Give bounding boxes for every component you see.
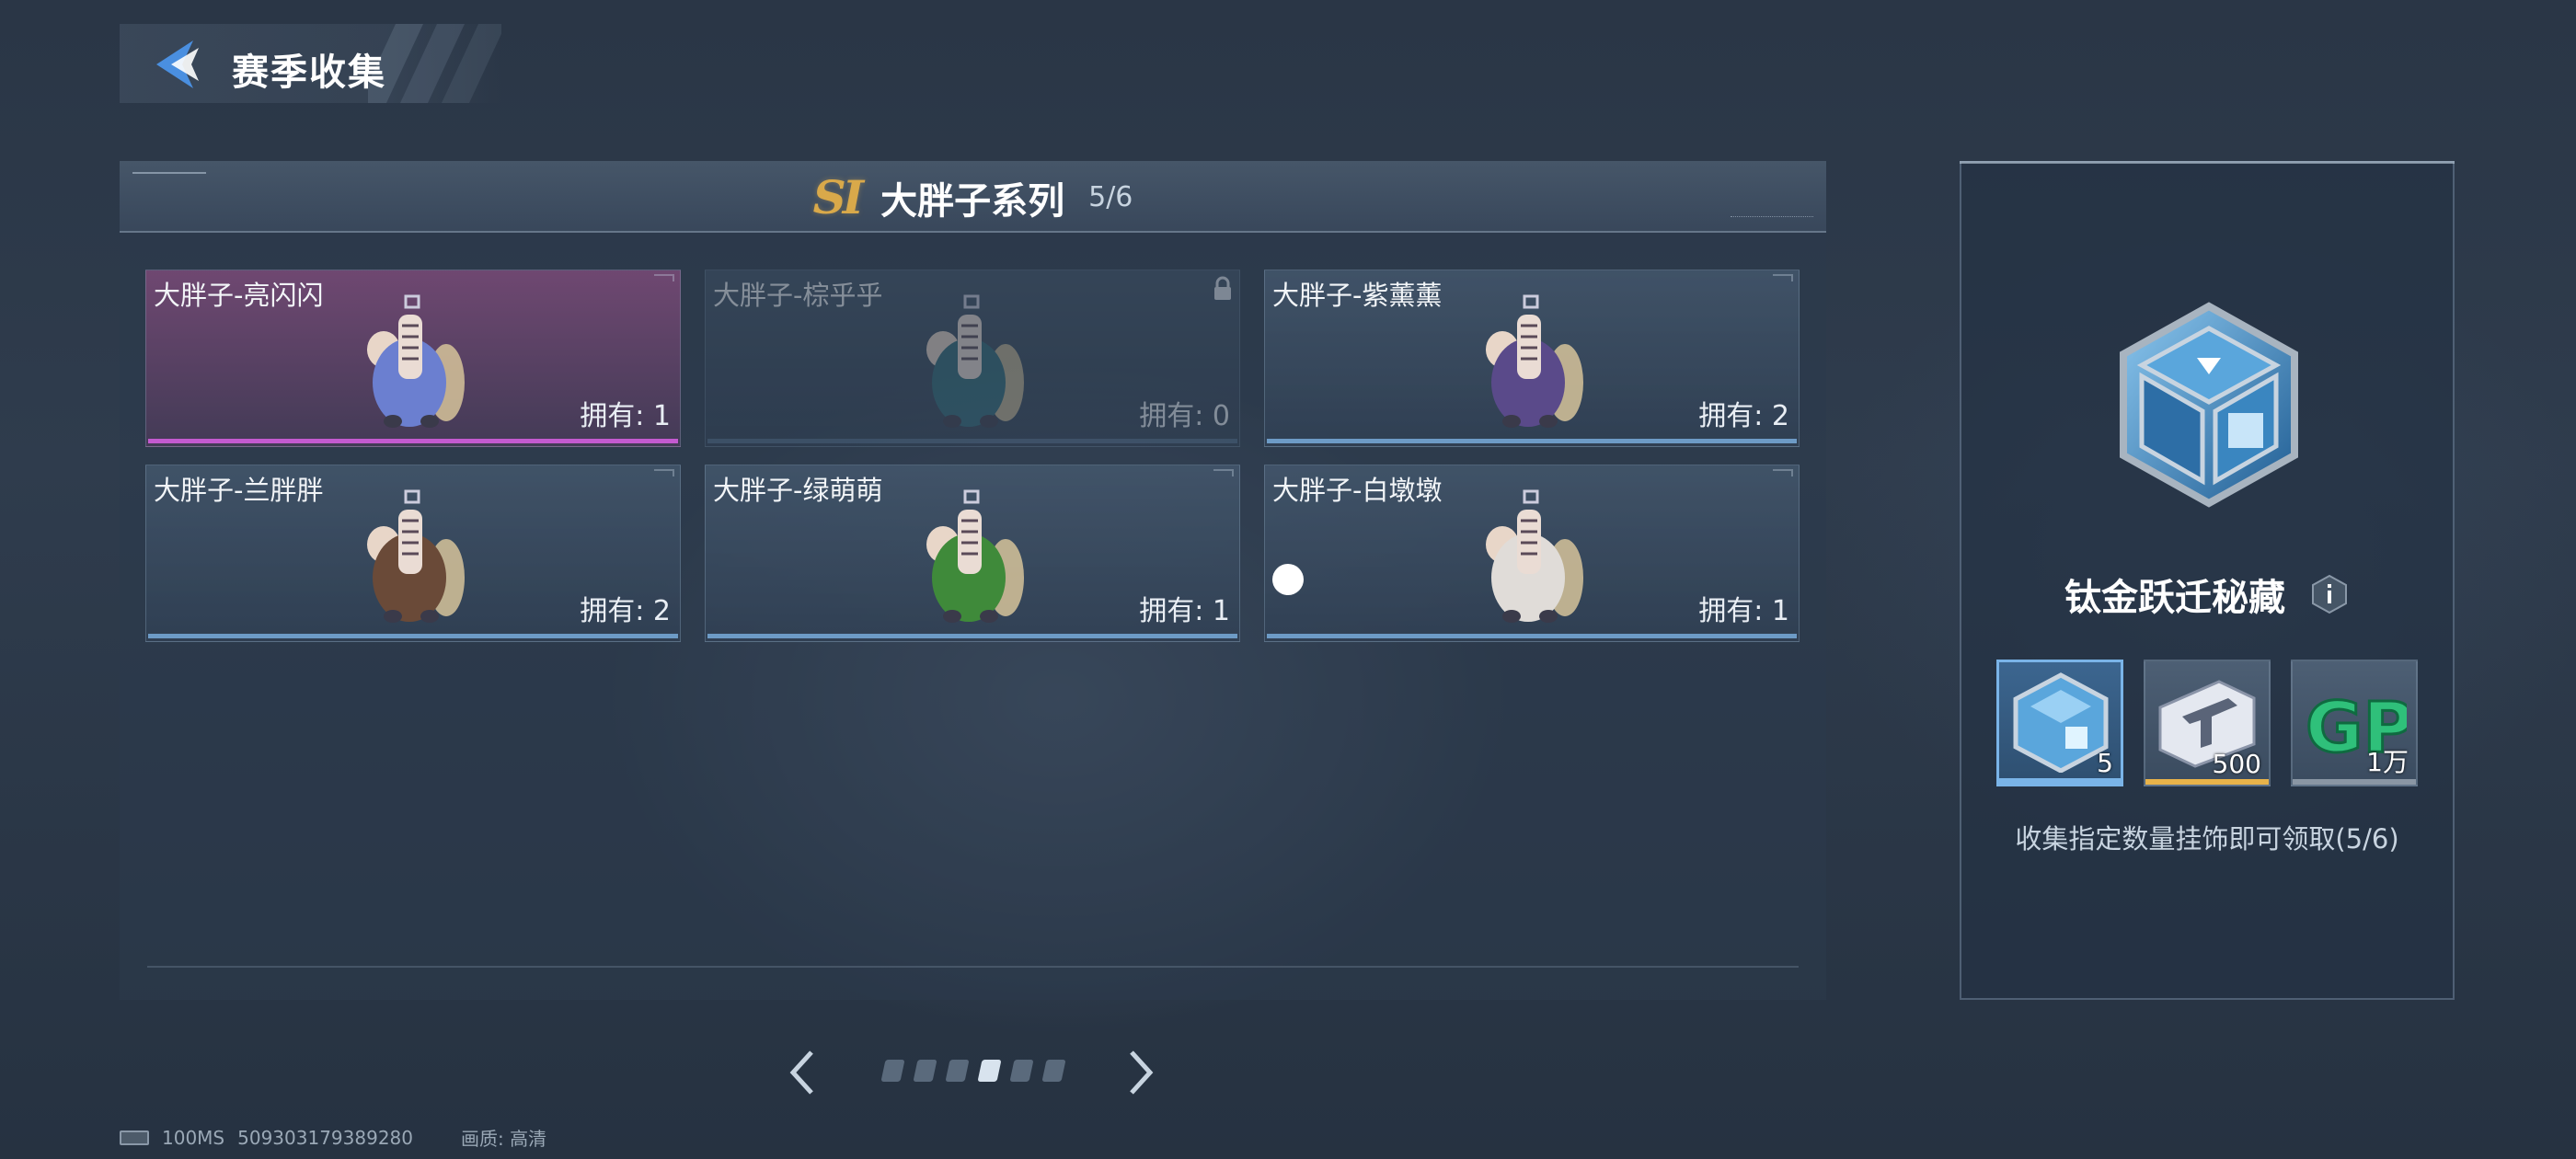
- series-title: 大胖子系列: [880, 179, 1065, 223]
- corner-decoration: [654, 469, 674, 476]
- info-icon[interactable]: [2309, 574, 2350, 614]
- reward-quantity: 1万: [2366, 747, 2409, 777]
- charm-name: 大胖子-棕乎乎: [713, 280, 883, 311]
- user-id: 509303179389280: [237, 1126, 413, 1149]
- charm-card[interactable]: 大胖子-棕乎乎 拥有: 0: [705, 270, 1240, 447]
- rarity-bar: [707, 634, 1237, 638]
- corner-decoration: [1773, 469, 1793, 476]
- charm-art-icon: [1486, 489, 1583, 623]
- series-count: 5/6: [1088, 181, 1133, 213]
- lock-icon: [1214, 276, 1231, 300]
- rarity-bar: [1999, 778, 2121, 784]
- titanium-crate-icon[interactable]: [2105, 301, 2313, 509]
- chevron-left-icon[interactable]: [784, 1045, 821, 1100]
- page-dot[interactable]: [913, 1060, 937, 1082]
- owned-count: 拥有: 1: [580, 400, 671, 432]
- reward-item[interactable]: 5: [1996, 660, 2123, 786]
- reward-title: 钛金跃迁秘藏: [2064, 577, 2285, 619]
- owned-count: 拥有: 0: [1139, 400, 1230, 432]
- charm-name: 大胖子-紫薰薰: [1272, 280, 1443, 311]
- charm-name: 大胖子-亮闪闪: [154, 280, 324, 311]
- page-dot[interactable]: [977, 1060, 1002, 1082]
- top-bar: 赛季收集: [120, 24, 501, 103]
- charm-name: 大胖子-绿萌萌: [713, 475, 883, 506]
- charm-art-icon: [926, 489, 1024, 623]
- rarity-bar: [1267, 634, 1797, 638]
- touch-indicator: [1272, 564, 1304, 595]
- chevron-right-icon[interactable]: [1122, 1045, 1159, 1100]
- series-header: SI 大胖子系列 5/6: [120, 161, 1826, 233]
- ping-text: 100MS: [162, 1126, 225, 1149]
- rarity-bar: [1267, 439, 1797, 443]
- charm-name: 大胖子-兰胖胖: [154, 475, 324, 506]
- reward-quantity: 5: [2097, 748, 2113, 778]
- charm-art-icon: [926, 294, 1024, 428]
- charm-card[interactable]: 大胖子-白墩墩 拥有: 1: [1264, 465, 1800, 642]
- rarity-bar: [148, 634, 678, 638]
- page-indicator: [880, 1060, 1066, 1082]
- network-icon: [120, 1130, 149, 1145]
- quality-text: 画质: 高清: [461, 1128, 547, 1150]
- corner-decoration: [1773, 274, 1793, 281]
- owned-count: 拥有: 2: [1698, 400, 1789, 432]
- charm-art-icon: [1486, 294, 1583, 428]
- rarity-bar: [2293, 779, 2416, 785]
- season-badge: SI: [812, 170, 864, 224]
- reward-item[interactable]: GP 1万: [2291, 660, 2418, 786]
- rarity-bar: [148, 439, 678, 443]
- page-dot[interactable]: [880, 1060, 905, 1082]
- charm-card[interactable]: 大胖子-绿萌萌 拥有: 1: [705, 465, 1240, 642]
- status-footer: 100MS 509303179389280 画质: 高清: [120, 1124, 546, 1151]
- panel-top-border: [1960, 161, 2455, 164]
- charm-name: 大胖子-白墩墩: [1272, 475, 1443, 506]
- charm-art-icon: [367, 489, 465, 623]
- decorative-stripes: [368, 24, 501, 103]
- owned-count: 拥有: 2: [580, 595, 671, 627]
- panel-divider: [147, 966, 1799, 968]
- page-dot[interactable]: [1041, 1060, 1066, 1082]
- charm-card[interactable]: 大胖子-紫薰薰 拥有: 2: [1264, 270, 1800, 447]
- charm-card[interactable]: 大胖子-兰胖胖 拥有: 2: [145, 465, 681, 642]
- page-dot[interactable]: [1009, 1060, 1034, 1082]
- rarity-bar: [707, 439, 1237, 443]
- reward-hint: 收集指定数量挂饰即可领取(5/6): [2015, 823, 2399, 855]
- reward-item-list: 5 500 GP 1万: [1996, 660, 2418, 786]
- owned-count: 拥有: 1: [1698, 595, 1789, 627]
- rarity-bar: [2145, 779, 2269, 785]
- back-arrow-icon[interactable]: [151, 37, 206, 92]
- corner-decoration: [654, 274, 674, 281]
- charm-card[interactable]: 大胖子-亮闪闪 拥有: 1: [145, 270, 681, 447]
- collection-panel: SI 大胖子系列 5/6 大胖子-亮闪闪 拥有: 1 大胖子-棕乎乎 拥有: 0…: [120, 161, 1826, 1000]
- reward-panel: 钛金跃迁秘藏 5 500 GP 1万 收集指定数量挂饰即可领取(5/6): [1960, 161, 2455, 1000]
- page-dot[interactable]: [945, 1060, 970, 1082]
- reward-item[interactable]: 500: [2144, 660, 2271, 786]
- reward-quantity: 500: [2212, 749, 2261, 779]
- page-title: 赛季收集: [232, 52, 386, 94]
- owned-count: 拥有: 1: [1139, 595, 1230, 627]
- charm-art-icon: [367, 294, 465, 428]
- corner-decoration: [1213, 469, 1234, 476]
